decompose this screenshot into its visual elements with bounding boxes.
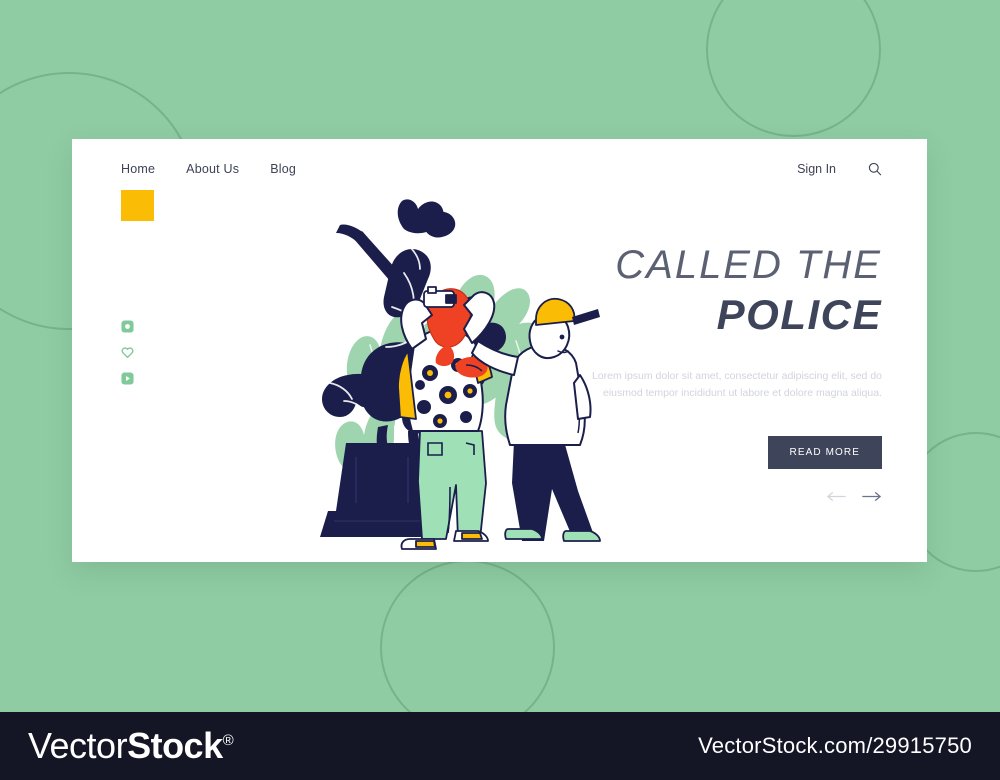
nav-link-about-us[interactable]: About Us bbox=[186, 162, 239, 176]
instagram-icon[interactable] bbox=[121, 320, 134, 333]
vectorstock-logo: VectorStock® bbox=[0, 725, 234, 766]
header-nav: Home About Us Blog Sign In bbox=[72, 139, 927, 199]
registered-mark: ® bbox=[222, 732, 234, 749]
read-more-button[interactable]: READ MORE bbox=[767, 436, 882, 470]
social-rail bbox=[121, 320, 134, 385]
hero-title-line2: POLICE bbox=[716, 291, 882, 338]
arrow-right-icon[interactable] bbox=[861, 491, 882, 502]
arrow-left-icon[interactable] bbox=[826, 491, 847, 502]
nav-link-blog[interactable]: Blog bbox=[270, 162, 296, 176]
hero-description: Lorem ipsum dolor sit amet, consectetur … bbox=[591, 369, 882, 399]
decorative-circle-top-right bbox=[706, 0, 881, 137]
hero-text-block: CALLED THE POLICE Lorem ipsum dolor sit … bbox=[552, 244, 882, 502]
sign-in-link[interactable]: Sign In bbox=[797, 162, 836, 176]
logo-placeholder[interactable] bbox=[121, 190, 154, 221]
footer-url: VectorStock.com/29915750 bbox=[698, 733, 972, 758]
nav-link-home[interactable]: Home bbox=[121, 162, 155, 176]
landing-page-card: Home About Us Blog Sign In CALLED THE PO… bbox=[72, 139, 927, 562]
search-icon[interactable] bbox=[868, 162, 882, 176]
video-play-icon[interactable] bbox=[121, 372, 134, 385]
decorative-circle-bottom bbox=[380, 560, 555, 735]
brand-bold: Stock bbox=[127, 725, 223, 766]
nav-actions: Sign In bbox=[797, 162, 927, 176]
hero-title-line1: CALLED THE bbox=[615, 243, 882, 287]
brand-light: Vector bbox=[28, 725, 128, 766]
nav-links: Home About Us Blog bbox=[72, 162, 296, 176]
footer-bar: VectorStock® VectorStock.com/29915750 bbox=[0, 712, 1000, 780]
heart-icon[interactable] bbox=[121, 346, 134, 359]
carousel-arrows bbox=[552, 491, 882, 502]
